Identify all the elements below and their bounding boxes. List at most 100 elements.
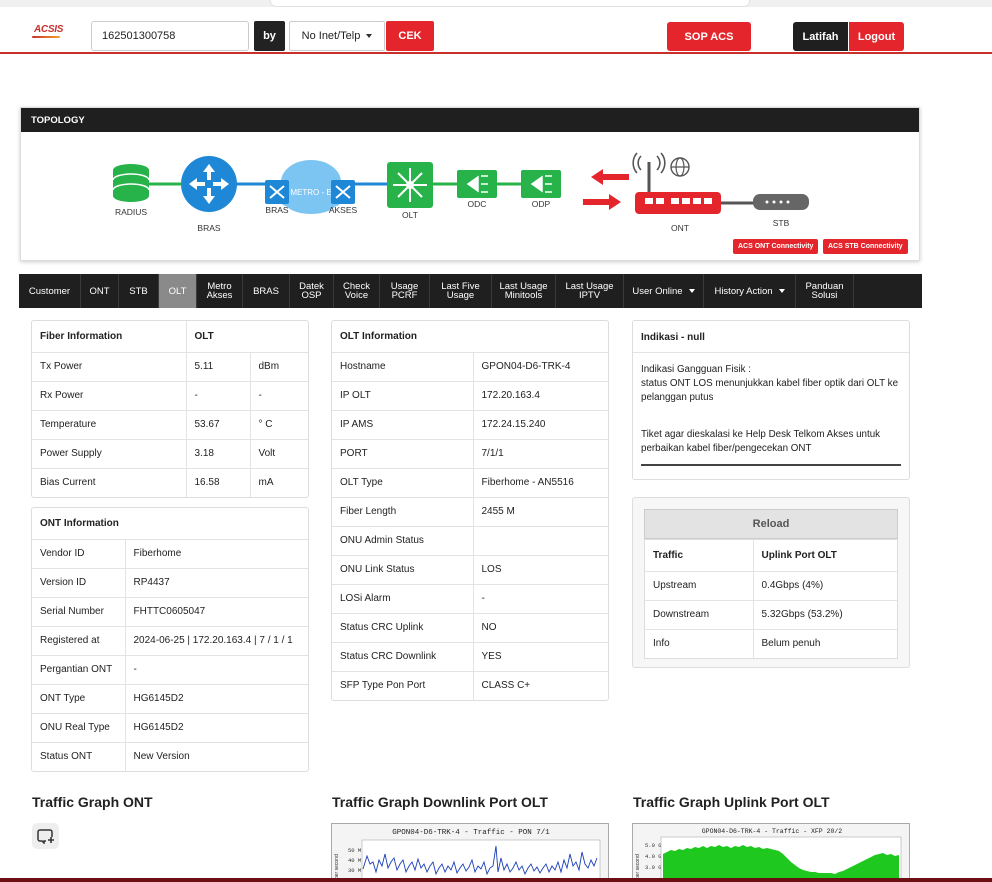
tab-metro-akses[interactable]: Metro Akses bbox=[197, 274, 243, 308]
table-cell: 5.32Gbps (53.2%) bbox=[752, 599, 897, 629]
y-tick-label: 4.0 G bbox=[645, 853, 662, 860]
table-row: Version ID RP4437 bbox=[32, 567, 308, 597]
user-button[interactable]: Latifah bbox=[793, 22, 848, 51]
tab-label: Last Five Usage bbox=[441, 281, 480, 301]
table-cell: Version ID bbox=[32, 567, 125, 597]
table-cell: Power Supply bbox=[32, 438, 186, 468]
table-row: Vendor ID Fiberhome bbox=[32, 538, 308, 568]
table-cell: Upstream bbox=[645, 570, 753, 600]
bras-switch-icon[interactable] bbox=[265, 180, 289, 204]
acsis-logo[interactable]: ACSIS bbox=[32, 24, 64, 38]
table-cell: 172.24.15.240 bbox=[472, 409, 608, 439]
olt-icon[interactable] bbox=[387, 162, 433, 208]
table-cell: New Version bbox=[124, 741, 308, 771]
table-header-row: ONT Information bbox=[32, 508, 308, 539]
chevron-down-icon bbox=[366, 34, 373, 38]
tab-history-action[interactable]: History Action bbox=[704, 274, 796, 308]
tab-label: BRAS bbox=[253, 285, 279, 297]
akses-switch-icon[interactable] bbox=[331, 180, 355, 204]
table-row: Upstream 0.4Gbps (4%) bbox=[645, 570, 897, 600]
radius-icon[interactable] bbox=[112, 164, 150, 202]
tab-label: Datek OSP bbox=[299, 281, 324, 301]
table-row: Pergantian ONT - bbox=[32, 654, 308, 684]
table-cell: - bbox=[472, 583, 608, 613]
table-header: OLT bbox=[185, 321, 308, 352]
table-cell: SFP Type Pon Port bbox=[332, 670, 473, 700]
table-row: Serial Number FHTTC0605047 bbox=[32, 596, 308, 626]
fiber-information-table: Fiber Information OLT Tx Power 5.11 dBm Rx… bbox=[32, 321, 308, 497]
search-type-select[interactable]: No Inet/Telp bbox=[289, 21, 385, 51]
tab-label: ONT bbox=[89, 285, 110, 297]
metro-label: METRO - E bbox=[290, 188, 331, 197]
add-graph-button[interactable] bbox=[32, 823, 59, 849]
acs-stb-connectivity-button[interactable]: ACS STB Connectivity bbox=[823, 239, 908, 254]
table-row: Fiber Length 2455 M bbox=[332, 496, 608, 526]
table-cell: 53.67 bbox=[185, 409, 250, 439]
table-cell: - bbox=[249, 380, 308, 410]
indikasi-line: status ONT LOS menunjukkan kabel fiber o… bbox=[641, 378, 899, 403]
tab-bras[interactable]: BRAS bbox=[243, 274, 290, 308]
stb-icon[interactable] bbox=[753, 194, 809, 210]
tab-label: Usage PCRF bbox=[390, 281, 419, 301]
uplink-caption: GPON04-D6-TRK-4 - Traffic - XFP 20/2 bbox=[702, 828, 843, 835]
tab-label: Metro Akses bbox=[206, 281, 233, 301]
table-cell: NO bbox=[472, 612, 608, 642]
table-row: IP OLT 172.20.163.4 bbox=[332, 380, 608, 410]
tab-last-five-usage[interactable]: Last Five Usage bbox=[430, 274, 492, 308]
table-header: Fiber Information bbox=[40, 330, 123, 342]
table-cell: RP4437 bbox=[124, 567, 308, 597]
tab-label: Panduan Solusi bbox=[805, 281, 844, 301]
reload-button[interactable]: Reload bbox=[644, 509, 898, 539]
table-cell: 2024-06-25 | 172.20.163.4 | 7 / 1 / 1 bbox=[124, 625, 308, 655]
tab-olt[interactable]: OLT bbox=[159, 274, 197, 308]
tab-datek-osp[interactable]: Datek OSP bbox=[290, 274, 334, 308]
tab-stb[interactable]: STB bbox=[119, 274, 159, 308]
chevron-down-icon bbox=[688, 289, 695, 293]
sop-acs-button[interactable]: SOP ACS bbox=[667, 22, 751, 51]
table-row: IP AMS 172.24.15.240 bbox=[332, 409, 608, 439]
traffic-graph-uplink-title: Traffic Graph Uplink Port OLT bbox=[633, 794, 830, 810]
table-cell: Bias Current bbox=[32, 467, 186, 497]
table-cell: PORT bbox=[332, 438, 473, 468]
olt-information-panel: OLT Information Hostname GPON04-D6-TRK-4 … bbox=[331, 320, 609, 701]
tab-panduan-solusi[interactable]: Panduan Solusi bbox=[796, 274, 854, 308]
tab-ont[interactable]: ONT bbox=[81, 274, 119, 308]
table-row: Power Supply 3.18 Volt bbox=[32, 438, 308, 468]
tab-last-usage-minitools[interactable]: Last Usage Minitools bbox=[492, 274, 556, 308]
tab-customer[interactable]: Customer bbox=[19, 274, 81, 308]
globe-icon bbox=[670, 157, 690, 177]
search-input[interactable] bbox=[91, 21, 249, 51]
tab-check-voice[interactable]: Check Voice bbox=[334, 274, 380, 308]
bras-router-icon[interactable] bbox=[181, 156, 237, 212]
tab-usage-pcrf[interactable]: Usage PCRF bbox=[380, 274, 430, 308]
table-cell: Fiber Length bbox=[332, 496, 473, 526]
y-tick-label: 30 M bbox=[348, 867, 361, 874]
odp-label: ODP bbox=[532, 199, 551, 209]
logo-text: ACSIS bbox=[34, 24, 64, 35]
table-cell: Downstream bbox=[645, 599, 753, 629]
logout-button[interactable]: Logout bbox=[849, 22, 904, 51]
logo-underline bbox=[32, 36, 60, 38]
traffic-table: Traffic Uplink Port OLT Upstream 0.4Gbps (… bbox=[645, 540, 897, 658]
table-cell: dBm bbox=[249, 351, 308, 381]
tab-user-online[interactable]: User Online bbox=[624, 274, 704, 308]
olt-information-table: OLT Information Hostname GPON04-D6-TRK-4 … bbox=[332, 321, 608, 700]
indikasi-body: Indikasi Gangguan Fisik : status ONT LOS… bbox=[633, 353, 909, 476]
table-row: ONU Admin Status bbox=[332, 525, 608, 555]
table-header: ONT Information bbox=[40, 517, 119, 529]
table-row: Tx Power 5.11 dBm bbox=[32, 351, 308, 381]
odp-icon[interactable] bbox=[521, 170, 561, 198]
cek-button[interactable]: CEK bbox=[386, 21, 434, 51]
odc-icon[interactable] bbox=[457, 170, 497, 198]
downlink-caption: GPON04-D6-TRK-4 - Traffic - PON 7/1 bbox=[392, 829, 550, 837]
bottom-bar bbox=[0, 878, 992, 882]
table-cell: OLT Type bbox=[332, 467, 473, 497]
tab-last-usage-iptv[interactable]: Last Usage IPTV bbox=[556, 274, 624, 308]
y-tick-label: 3.0 G bbox=[645, 864, 662, 871]
acs-ont-connectivity-button[interactable]: ACS ONT Connectivity bbox=[733, 239, 819, 254]
ont-icon[interactable] bbox=[635, 192, 721, 214]
table-cell: Rx Power bbox=[32, 380, 186, 410]
table-cell: mA bbox=[249, 467, 308, 497]
ont-label: ONT bbox=[671, 223, 689, 233]
table-row: SFP Type Pon Port CLASS C+ bbox=[332, 670, 608, 700]
